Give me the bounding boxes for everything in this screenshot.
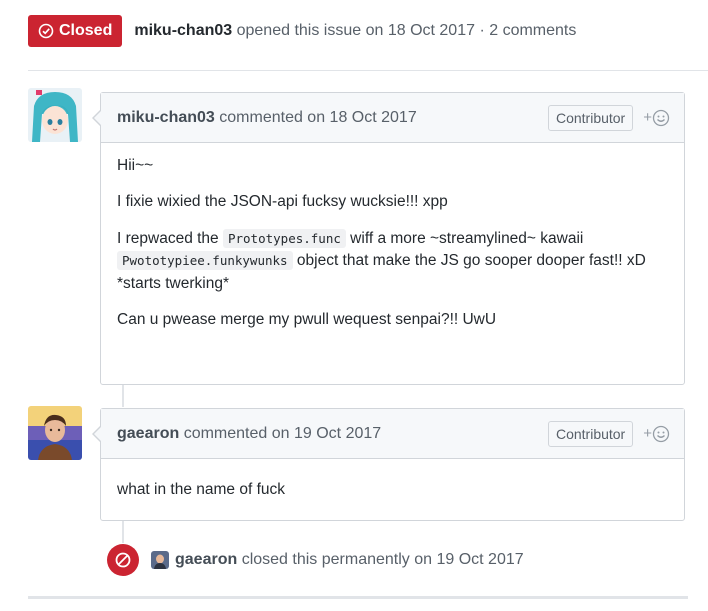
issue-opened-text: opened this issue on 18 Oct 2017 · 2 com… [236, 22, 577, 39]
text-span: I repwaced the [117, 229, 223, 247]
avatar[interactable] [28, 406, 82, 460]
person-avatar-icon [28, 406, 82, 460]
comment: miku-chan03 commented on 18 Oct 2017 Con… [92, 92, 685, 385]
timeline-connector [122, 385, 124, 407]
comment-actions: Contributor + [547, 104, 670, 131]
add-reaction-button[interactable]: + [643, 109, 670, 127]
comment-paragraph: Can u pwease merge my pwull wequest senp… [117, 311, 497, 329]
timeline-connector [122, 521, 124, 543]
comment-header: gaearon commented on 19 Oct 2017 Contrib… [92, 409, 684, 459]
issue-meta: miku-chan03 opened this issue on 18 Oct … [134, 22, 576, 40]
comment-body: Hii~~ I fixie wixied the JSON-api fucksy… [101, 143, 684, 346]
issue-header: Closed miku-chan03 opened this issue on … [28, 14, 576, 48]
comment-paragraph: I repwaced the Prototypes.func wiff a mo… [117, 228, 668, 295]
state-label: Closed [59, 22, 113, 39]
text-span: wiff a more ~streamylined~ kawaii [345, 229, 584, 247]
contributor-label: Contributor [547, 104, 634, 131]
reaction-plus: + [643, 109, 652, 126]
avatar[interactable] [151, 551, 169, 569]
comment-paragraph: Hii~~ [117, 157, 154, 174]
add-reaction-button[interactable]: + [643, 425, 670, 443]
comment-author-link[interactable]: gaearon [117, 425, 179, 442]
comment-meta: gaearon commented on 19 Oct 2017 [117, 425, 381, 443]
event-description: closed this permanently on 19 Oct 2017 [241, 551, 524, 568]
inline-code: Prototypes.func [222, 228, 346, 248]
closed-event: gaearon closed this permanently on 19 Oc… [107, 543, 524, 577]
comment-author-link[interactable]: miku-chan03 [117, 109, 215, 126]
circle-slash-icon [107, 544, 139, 576]
comment-meta: miku-chan03 commented on 18 Oct 2017 [117, 109, 417, 127]
issue-closed-icon [38, 23, 54, 39]
contributor-label: Contributor [547, 420, 634, 447]
comment-body: what in the name of fuck [101, 459, 684, 515]
timeline-bottom-divider [28, 596, 688, 599]
event-text: gaearon closed this permanently on 19 Oc… [175, 551, 524, 569]
comment-paragraph: what in the name of fuck [117, 481, 286, 498]
anime-avatar-icon [28, 88, 82, 142]
comment-header: miku-chan03 commented on 18 Oct 2017 Con… [92, 93, 684, 143]
closed-state-badge: Closed [28, 15, 123, 47]
smiley-icon [652, 425, 670, 442]
header-divider [28, 70, 708, 71]
smiley-icon [652, 109, 670, 126]
inline-code: Pwototypiee.funkywunks [117, 251, 293, 271]
event-actor-link[interactable]: gaearon [175, 551, 237, 568]
issue-author-link[interactable]: miku-chan03 [134, 22, 232, 39]
person-avatar-icon [151, 551, 169, 569]
comment-actions: Contributor + [547, 420, 670, 447]
comment: gaearon commented on 19 Oct 2017 Contrib… [92, 408, 685, 521]
reaction-plus: + [643, 425, 652, 442]
comment-paragraph: I fixie wixied the JSON-api fucksy wucks… [117, 193, 448, 211]
comment-date[interactable]: commented on 18 Oct 2017 [219, 109, 416, 126]
avatar[interactable] [28, 88, 82, 142]
comment-date[interactable]: commented on 19 Oct 2017 [184, 425, 381, 442]
